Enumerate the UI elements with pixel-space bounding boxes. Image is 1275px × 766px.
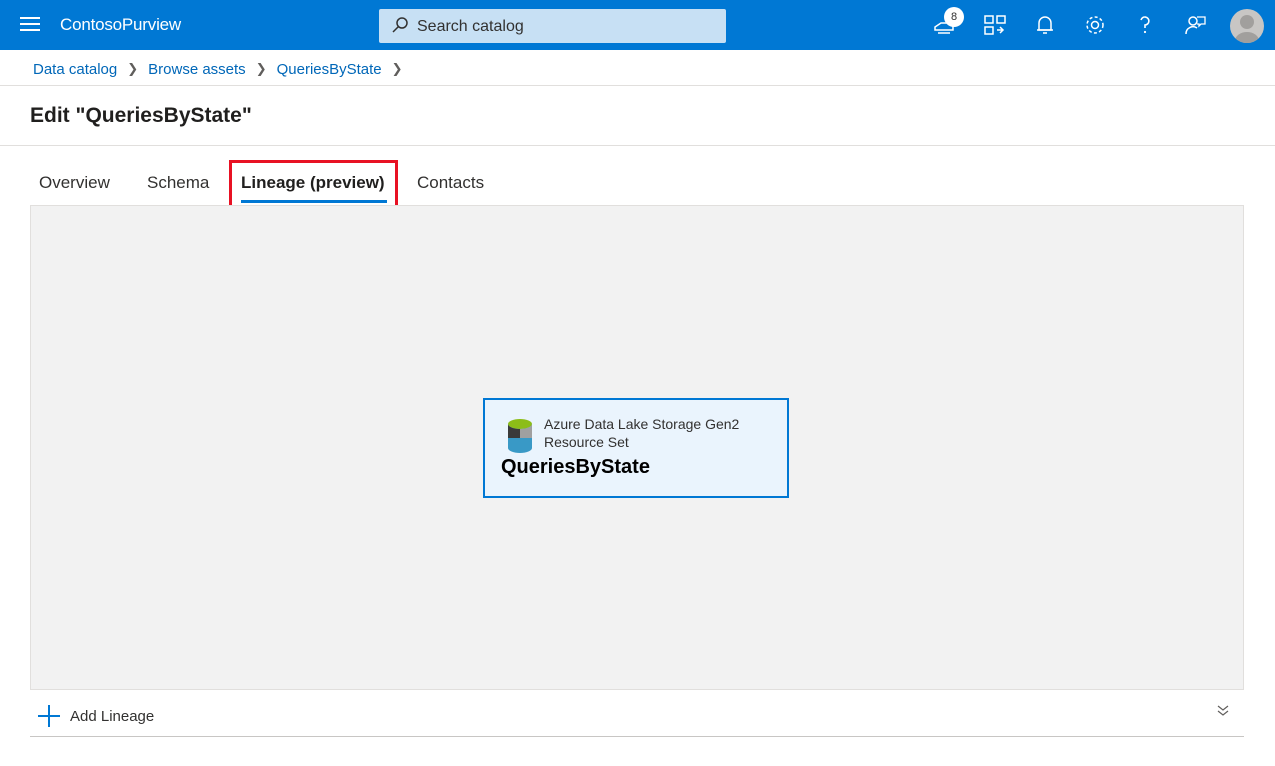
breadcrumb-browse-assets[interactable]: Browse assets [148,61,246,78]
divider [0,85,1275,86]
adls-gen2-icon [508,419,532,453]
node-type-line1: Azure Data Lake Storage Gen2 [544,416,740,432]
add-lineage-button[interactable]: Add Lineage [38,704,154,728]
help-icon[interactable] [1133,13,1157,37]
divider [30,736,1244,737]
feedback-icon[interactable] [1183,13,1207,37]
bell-icon[interactable] [1033,13,1057,37]
tab-overview[interactable]: Overview [39,173,110,193]
chevron-right-icon: ❯ [255,61,267,76]
node-name: QueriesByState [501,456,650,478]
divider [0,145,1275,146]
search-placeholder: Search catalog [417,18,524,35]
search-icon [392,17,408,33]
node-type-line2: Resource Set [544,434,629,450]
app-title[interactable]: ContosoPurview [60,15,181,35]
chevron-right-icon: ❯ [391,61,403,76]
top-bar: ContosoPurview Search catalog 8 [0,0,1275,50]
avatar[interactable] [1230,9,1264,43]
double-chevron-down-icon[interactable] [1216,704,1230,718]
breadcrumb-queriesbystate[interactable]: QueriesByState [277,61,382,78]
breadcrumb: Data catalog ❯ Browse assets ❯ QueriesBy… [33,59,413,79]
breadcrumb-data-catalog[interactable]: Data catalog [33,61,117,78]
directory-switch-icon[interactable] [983,13,1007,37]
plus-icon [38,705,60,727]
chevron-right-icon: ❯ [127,61,139,76]
highlight-box [229,160,398,211]
add-lineage-label: Add Lineage [70,707,155,725]
lineage-node[interactable]: Azure Data Lake Storage Gen2 Resource Se… [483,398,789,498]
tab-schema[interactable]: Schema [147,173,209,193]
notification-count-badge: 8 [944,7,964,27]
gear-icon[interactable] [1083,13,1107,37]
page-title: Edit "QueriesByState" [30,104,252,127]
search-box[interactable]: Search catalog [379,9,726,43]
hamburger-menu-icon[interactable] [20,17,40,33]
tab-contacts[interactable]: Contacts [417,173,484,193]
node-type-label: Azure Data Lake Storage Gen2 Resource Se… [544,415,739,451]
user-avatar-icon [1235,15,1259,43]
